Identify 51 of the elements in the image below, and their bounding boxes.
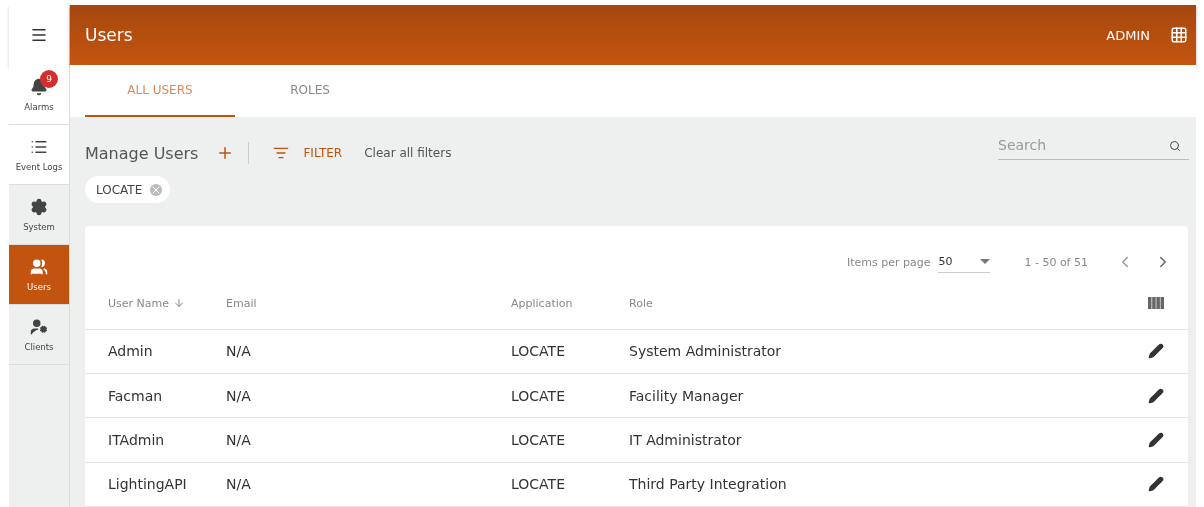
tab[interactable]: ROLES	[235, 65, 385, 117]
user-gear-icon	[30, 317, 48, 336]
menu-icon	[30, 26, 48, 44]
column-header[interactable]: User Name	[108, 296, 226, 310]
sidebar-item[interactable]: Event Logs	[9, 125, 69, 185]
search-icon[interactable]	[1169, 139, 1181, 152]
users-icon	[30, 257, 48, 276]
table-cell-text: N/A	[226, 432, 252, 449]
bell-icon	[30, 77, 48, 96]
gear-icon	[30, 197, 48, 216]
search-field[interactable]: Search	[998, 136, 1189, 160]
filter-icon	[273, 145, 290, 161]
page-range: 1 - 50 of 51	[1024, 255, 1088, 269]
table-cell-text: Facility Manager	[629, 387, 745, 404]
clear-filters-link[interactable]: Clear all filters	[364, 146, 998, 160]
sort-arrow-icon	[173, 297, 186, 310]
section-title: Manage Users	[85, 143, 199, 163]
table-cell-text: Facman	[108, 387, 164, 404]
sidebar-item[interactable]: Users	[9, 245, 69, 305]
column-header[interactable]: Application	[511, 296, 629, 310]
page-title: Users	[85, 25, 134, 45]
edit-icon[interactable]	[1148, 387, 1164, 404]
column-header[interactable]: Role	[629, 296, 1148, 310]
edit-icon[interactable]	[1148, 432, 1164, 449]
table-cell-text: Admin	[108, 343, 154, 360]
page-size-select[interactable]: 50	[938, 251, 991, 273]
table-cell-text: LOCATE	[511, 476, 566, 493]
alarm-count-badge: 9	[40, 69, 58, 88]
edit-icon[interactable]	[1148, 476, 1164, 493]
column-header[interactable]: Email	[226, 296, 511, 310]
table-cell-text: LightingAPI	[108, 476, 188, 493]
tab[interactable]: ALL USERS	[85, 65, 235, 117]
table-cell-text: LOCATE	[511, 432, 566, 449]
table-cell-text: ITAdmin	[108, 432, 166, 449]
user-name: ADMIN	[1106, 27, 1150, 43]
filter-button[interactable]: FILTER	[273, 145, 343, 161]
items-per-page-label: Items per page	[846, 255, 931, 269]
table-cell-text: N/A	[226, 343, 252, 360]
dropdown-caret-icon	[980, 259, 991, 264]
table-cell-text: N/A	[226, 387, 252, 404]
apps-grid-icon[interactable]	[1170, 26, 1188, 44]
table-cell-text: N/A	[226, 476, 252, 493]
table-cell-text: System Administrator	[629, 343, 783, 360]
columns-icon[interactable]	[1148, 297, 1164, 310]
edit-icon[interactable]	[1148, 343, 1164, 360]
table-cell-text: LOCATE	[511, 387, 566, 404]
table-cell-text: Third Party Integration	[629, 476, 788, 493]
table-cell-text: IT Administrator	[629, 432, 743, 449]
sidebar-item[interactable]: 9 Alarms	[9, 65, 69, 125]
filter-chip[interactable]: LOCATE	[85, 176, 171, 203]
table-cell-text: LOCATE	[511, 343, 566, 360]
